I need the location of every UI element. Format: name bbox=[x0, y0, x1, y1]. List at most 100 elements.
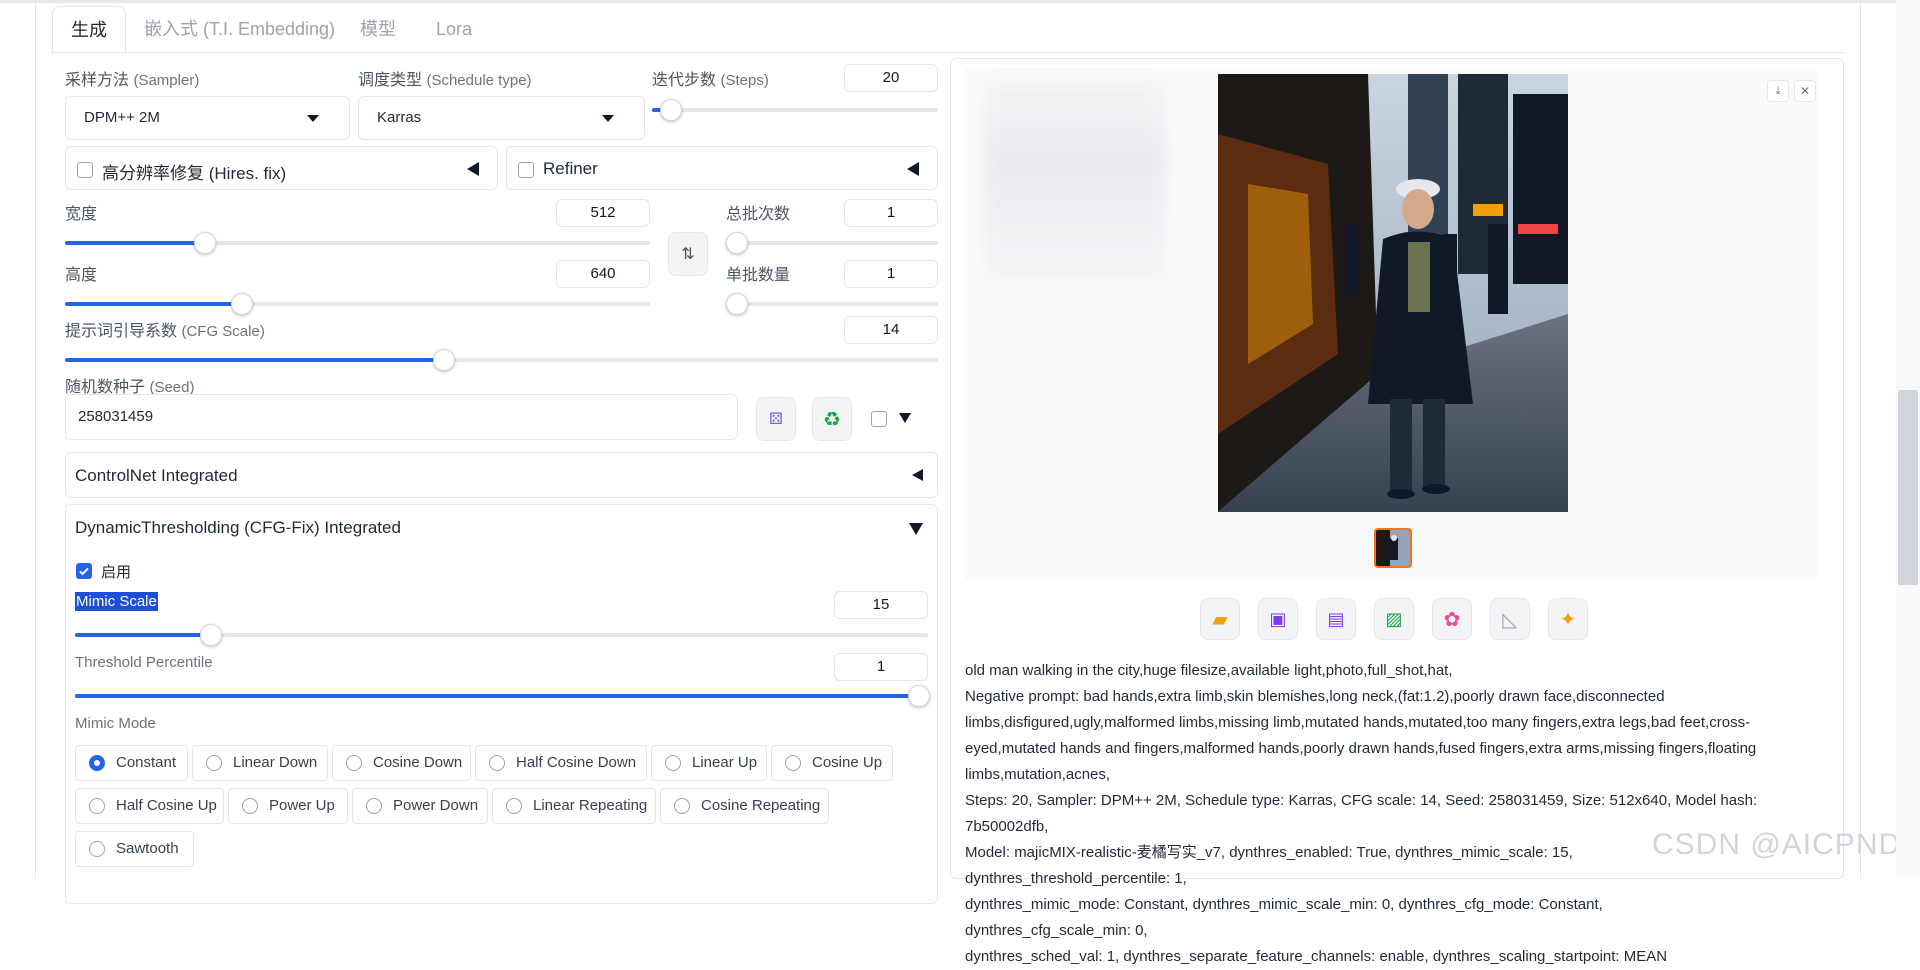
expand-arrow-icon[interactable] bbox=[909, 523, 923, 535]
threshold-percentile-number-input[interactable]: 1 bbox=[834, 653, 928, 681]
cfg-slider-fill bbox=[65, 358, 444, 362]
threshold-percentile-slider[interactable] bbox=[75, 685, 930, 707]
send-to-img2img-button[interactable]: ▨ bbox=[1374, 598, 1414, 640]
height-label: 高度 bbox=[65, 267, 98, 284]
dynthres-title[interactable]: DynamicThresholding (CFG-Fix) Integrated bbox=[75, 518, 401, 538]
tab-model[interactable]: 模型 bbox=[342, 6, 414, 52]
mimic-mode-option[interactable]: Power Up bbox=[228, 788, 348, 824]
cfg-label-en: (CFG Scale) bbox=[181, 323, 265, 340]
mimic-mode-option[interactable]: Linear Down bbox=[192, 745, 328, 781]
tab-generate[interactable]: 生成 bbox=[52, 6, 126, 54]
info-line: dynthres_mimic_mode: Constant, dynthres_… bbox=[965, 896, 1603, 939]
info-line: Steps: 20, Sampler: DPM++ 2M, Schedule t… bbox=[965, 792, 1758, 835]
radio-dot bbox=[89, 798, 105, 814]
height-slider-thumb[interactable] bbox=[230, 293, 253, 315]
radio-dot bbox=[674, 798, 690, 814]
reuse-seed-button[interactable]: ♻ bbox=[812, 397, 852, 441]
radio-dot bbox=[506, 798, 522, 814]
tab-lora[interactable]: Lora bbox=[418, 6, 490, 52]
batch-size-label: 单批数量 bbox=[726, 267, 791, 284]
refiner-accordion[interactable]: Refiner bbox=[506, 146, 938, 190]
info-line: limbs,mutation,acnes, bbox=[965, 766, 1111, 783]
batch-count-number-input[interactable]: 1 bbox=[844, 199, 938, 227]
batch-count-slider[interactable] bbox=[726, 232, 938, 254]
swap-arrows-icon: ⇅ bbox=[681, 246, 695, 263]
send-to-extras-button[interactable]: ◺ bbox=[1490, 598, 1530, 640]
width-number-input[interactable]: 512 bbox=[556, 199, 650, 227]
info-line: old man walking in the city,huge filesiz… bbox=[965, 662, 1453, 679]
radio-dot bbox=[785, 755, 801, 771]
mimic-mode-option[interactable]: Power Down bbox=[352, 788, 488, 824]
check-icon bbox=[79, 567, 89, 576]
batch-count-slider-thumb[interactable] bbox=[726, 232, 748, 254]
hires-fix-accordion[interactable]: 高分辨率修复 (Hires. fix) bbox=[65, 146, 498, 190]
tab-divider bbox=[52, 52, 1844, 53]
swap-dimensions-button[interactable]: ⇅ bbox=[668, 232, 708, 276]
height-number-input[interactable]: 640 bbox=[556, 260, 650, 288]
send-to-inpaint-button[interactable]: ✿ bbox=[1432, 598, 1472, 640]
download-icon[interactable]: ⤓ bbox=[1767, 80, 1789, 102]
mimic-mode-option[interactable]: Half Cosine Down bbox=[475, 745, 647, 781]
batch-size-slider[interactable] bbox=[726, 293, 938, 315]
steps-slider[interactable] bbox=[652, 99, 938, 121]
batch-size-slider-thumb[interactable] bbox=[726, 293, 748, 315]
random-seed-button[interactable]: ⚄ bbox=[756, 397, 796, 441]
tab-embedding[interactable]: 嵌入式 (T.I. Embedding) bbox=[126, 6, 353, 52]
cfg-number-input[interactable]: 14 bbox=[844, 316, 938, 344]
mimic-mode-option[interactable]: Linear Up bbox=[651, 745, 767, 781]
collapse-arrow-icon[interactable] bbox=[907, 162, 919, 176]
info-line: Negative prompt: bad hands,extra limb,sk… bbox=[965, 688, 1665, 705]
collapse-arrow-icon[interactable] bbox=[467, 162, 479, 176]
steps-number-input[interactable]: 20 bbox=[844, 64, 938, 92]
threshold-percentile-slider-thumb[interactable] bbox=[908, 685, 930, 707]
threshold-percentile-label: Threshold Percentile bbox=[75, 654, 213, 671]
zip-button[interactable]: ▤ bbox=[1316, 598, 1356, 640]
radio-dot bbox=[346, 755, 362, 771]
mimic-scale-slider-thumb[interactable] bbox=[199, 624, 222, 646]
mimic-mode-option-label: Sawtooth bbox=[116, 840, 179, 857]
batch-size-number-input[interactable]: 1 bbox=[844, 260, 938, 288]
chevron-down-icon bbox=[307, 115, 319, 122]
close-icon[interactable]: ✕ bbox=[1794, 80, 1816, 102]
width-slider[interactable] bbox=[65, 232, 650, 254]
seed-input[interactable]: 258031459 bbox=[65, 394, 738, 440]
mimic-scale-slider[interactable] bbox=[75, 624, 928, 646]
mimic-mode-option[interactable]: Cosine Down bbox=[332, 745, 471, 781]
steps-label: 迭代步数 (Steps) bbox=[652, 66, 769, 90]
watermark: CSDN @AICPND bbox=[1652, 828, 1902, 861]
cfg-slider[interactable] bbox=[65, 349, 938, 371]
schedule-select[interactable]: Karras bbox=[358, 96, 645, 140]
radio-dot bbox=[89, 841, 105, 857]
hires-fix-checkbox[interactable] bbox=[77, 162, 93, 178]
mimic-scale-label: Mimic Scale bbox=[75, 592, 158, 611]
sampler-value: DPM++ 2M bbox=[84, 109, 160, 126]
width-label: 宽度 bbox=[65, 206, 98, 223]
sampler-select[interactable]: DPM++ 2M bbox=[65, 96, 350, 140]
gallery-thumbnail[interactable] bbox=[1374, 528, 1412, 568]
mimic-scale-number-input[interactable]: 15 bbox=[834, 591, 928, 619]
radio-dot bbox=[489, 755, 505, 771]
scrollbar-thumb[interactable] bbox=[1898, 390, 1918, 585]
mimic-mode-option-label: Cosine Repeating bbox=[701, 797, 821, 814]
mimic-mode-option[interactable]: Half Cosine Up bbox=[75, 788, 224, 824]
zip-icon: ▤ bbox=[1327, 608, 1345, 629]
page-scrollbar[interactable] bbox=[1896, 0, 1920, 879]
open-folder-button[interactable]: ▰ bbox=[1200, 598, 1240, 640]
seed-extra-checkbox[interactable] bbox=[871, 411, 887, 427]
mimic-mode-option[interactable]: Linear Repeating bbox=[492, 788, 656, 824]
dynthres-enable-checkbox[interactable] bbox=[76, 563, 92, 579]
controlnet-accordion[interactable]: ControlNet Integrated bbox=[65, 452, 938, 498]
generated-image[interactable] bbox=[1218, 74, 1568, 512]
height-slider[interactable] bbox=[65, 293, 650, 315]
collapse-arrow-icon[interactable] bbox=[912, 469, 923, 481]
mimic-mode-option[interactable]: Cosine Repeating bbox=[660, 788, 829, 824]
mimic-mode-option[interactable]: Constant bbox=[75, 745, 188, 781]
save-button[interactable]: ▣ bbox=[1258, 598, 1298, 640]
upscale-button[interactable]: ✦ bbox=[1548, 598, 1588, 640]
radio-dot bbox=[89, 755, 105, 771]
mimic-mode-option[interactable]: Sawtooth bbox=[75, 831, 194, 867]
refiner-checkbox[interactable] bbox=[518, 162, 534, 178]
steps-slider-thumb[interactable] bbox=[660, 99, 683, 121]
seed-extra-expand-icon[interactable] bbox=[899, 413, 911, 423]
mimic-mode-option[interactable]: Cosine Up bbox=[771, 745, 893, 781]
